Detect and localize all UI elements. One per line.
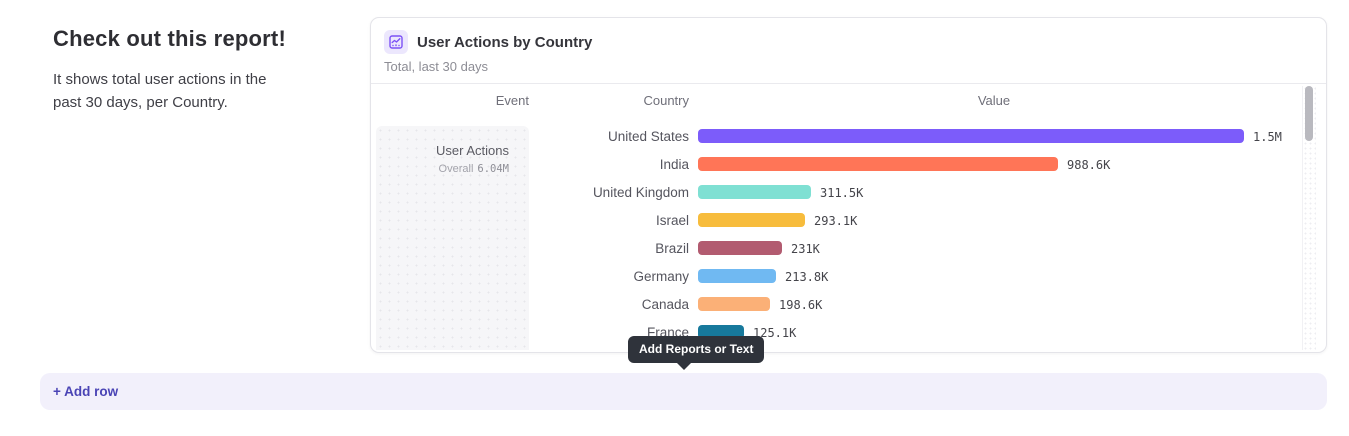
- table-row[interactable]: France 125.1K: [371, 318, 1326, 346]
- table-row[interactable]: Israel 293.1K: [371, 206, 1326, 234]
- value-bar[interactable]: [698, 269, 776, 283]
- value-label: 311.5K: [820, 186, 863, 200]
- country-label: Canada: [529, 297, 689, 312]
- column-header-event: Event: [371, 93, 529, 108]
- table-row[interactable]: Germany 213.8K: [371, 262, 1326, 290]
- value-bar[interactable]: [698, 213, 805, 227]
- value-label: 213.8K: [785, 270, 828, 284]
- page-title: Check out this report!: [53, 26, 313, 52]
- page-description: It shows total user actions in the past …: [53, 69, 293, 114]
- value-label: 988.6K: [1067, 158, 1110, 172]
- value-bar[interactable]: [698, 157, 1058, 171]
- table-row[interactable]: United States 1.5M: [371, 122, 1326, 150]
- report-chart-area: Event Country Value User Actions Overall…: [371, 84, 1326, 353]
- table-row[interactable]: Brazil 231K: [371, 234, 1326, 262]
- value-bar[interactable]: [698, 129, 1244, 143]
- value-bar[interactable]: [698, 241, 782, 255]
- value-bar[interactable]: [698, 297, 770, 311]
- column-header-value: Value: [894, 93, 1094, 108]
- country-label: Brazil: [529, 241, 689, 256]
- column-header-country: Country: [531, 93, 689, 108]
- value-label: 293.1K: [814, 214, 857, 228]
- country-label: Germany: [529, 269, 689, 284]
- value-bar[interactable]: [698, 185, 811, 199]
- value-label: 198.6K: [779, 298, 822, 312]
- add-row-label: + Add row: [53, 373, 118, 410]
- country-label: India: [529, 157, 689, 172]
- add-row-button[interactable]: + Add row: [40, 373, 1327, 410]
- insights-chart-icon: [384, 30, 408, 54]
- bar-rows: United States 1.5M India 988.6K United K…: [371, 122, 1326, 346]
- intro-block: Check out this report! It shows total us…: [53, 26, 313, 114]
- country-label: United Kingdom: [529, 185, 689, 200]
- table-row[interactable]: United Kingdom 311.5K: [371, 178, 1326, 206]
- report-card-header[interactable]: User Actions by Country Total, last 30 d…: [371, 18, 1326, 84]
- value-label: 1.5M: [1253, 130, 1282, 144]
- report-card[interactable]: User Actions by Country Total, last 30 d…: [370, 17, 1327, 353]
- tooltip-arrow: [676, 362, 692, 370]
- scrollbar-thumb[interactable]: [1305, 86, 1313, 141]
- country-label: United States: [529, 129, 689, 144]
- report-title: User Actions by Country: [417, 34, 592, 51]
- report-subtitle: Total, last 30 days: [384, 59, 488, 74]
- value-label: 231K: [791, 242, 820, 256]
- country-label: Israel: [529, 213, 689, 228]
- add-reports-tooltip: Add Reports or Text: [628, 336, 764, 363]
- table-row[interactable]: India 988.6K: [371, 150, 1326, 178]
- table-row[interactable]: Canada 198.6K: [371, 290, 1326, 318]
